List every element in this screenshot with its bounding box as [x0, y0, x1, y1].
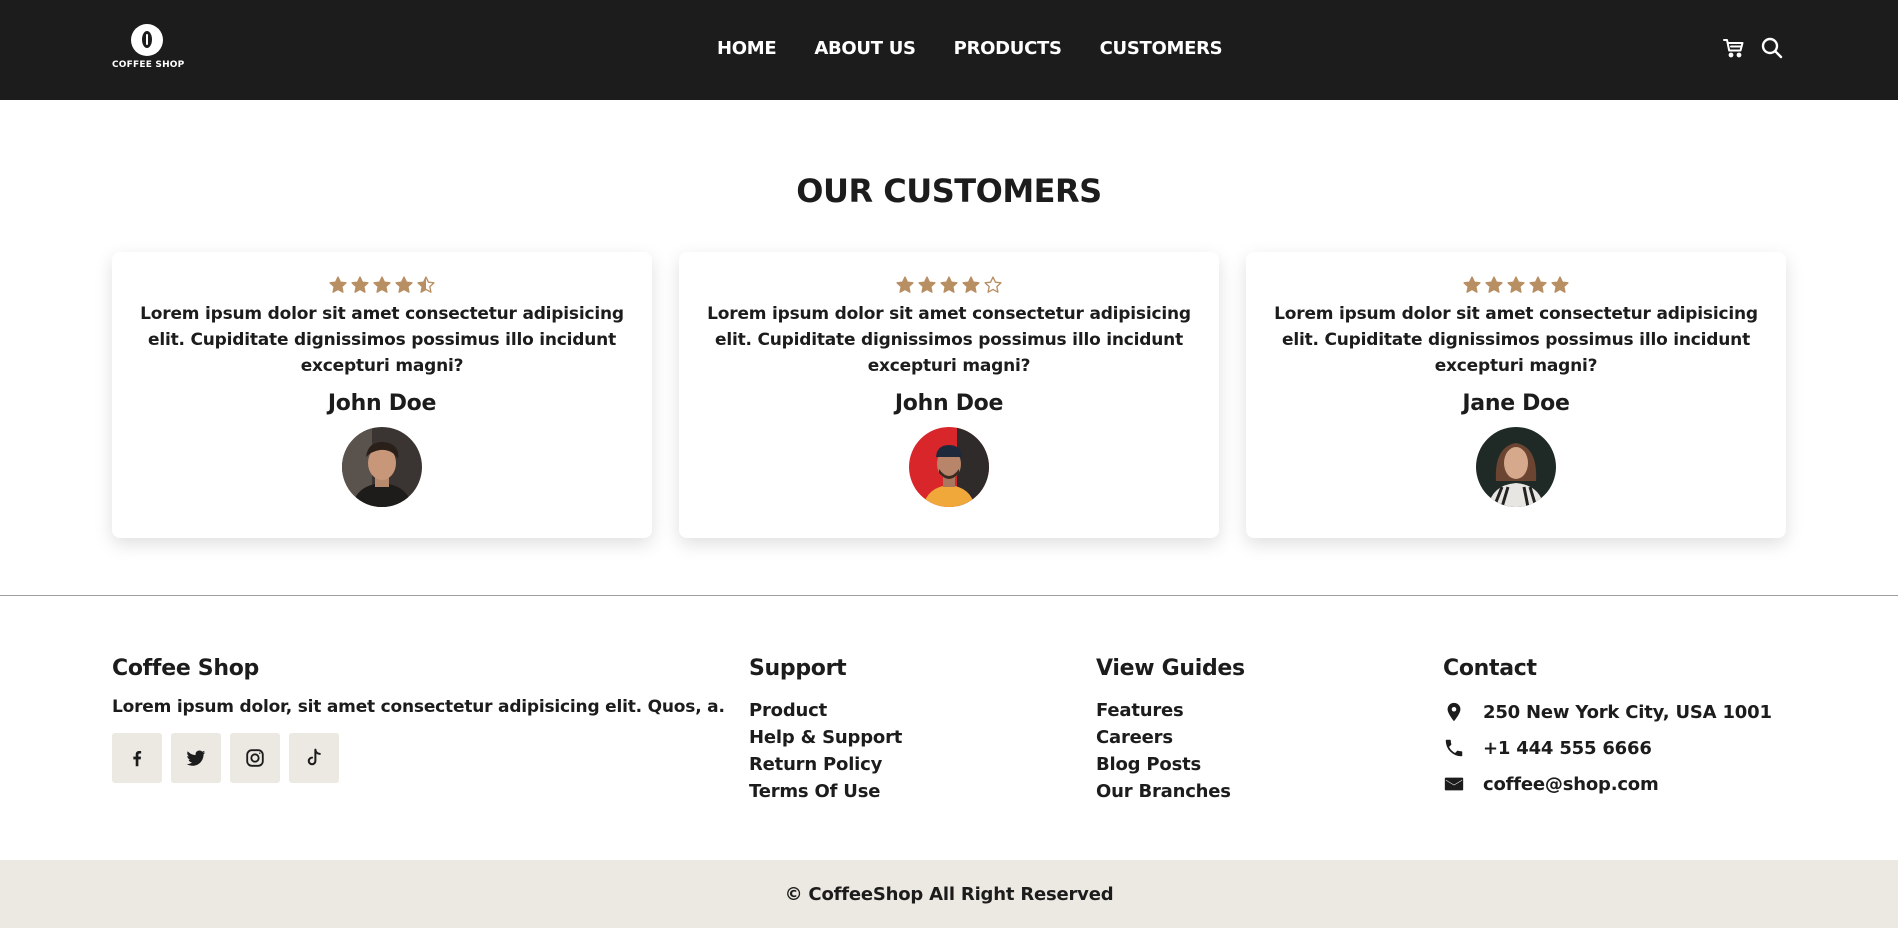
footer-link-our-branches[interactable]: Our Branches	[1096, 778, 1231, 805]
tiktok-icon	[307, 748, 321, 766]
contact-email-text[interactable]: coffee@shop.com	[1483, 774, 1659, 795]
star-filled-icon	[1463, 276, 1481, 293]
footer-guides-title: View Guides	[1096, 656, 1245, 681]
star-filled-icon	[940, 276, 958, 293]
header-actions	[1722, 36, 1784, 60]
footer-support-title: Support	[749, 656, 847, 681]
contact-phone-text[interactable]: +1 444 555 6666	[1483, 738, 1652, 759]
footer-brand-title: Coffee Shop	[112, 656, 259, 681]
nav-customers[interactable]: CUSTOMERS	[1100, 38, 1223, 59]
star-filled-icon	[373, 276, 391, 293]
star-filled-icon	[918, 276, 936, 293]
star-filled-icon	[896, 276, 914, 293]
star-rating	[112, 275, 652, 295]
contact-address-text: 250 New York City, USA 1001	[1483, 701, 1772, 723]
testimonial-quote: Lorem ipsum dolor sit amet consectetur a…	[1274, 304, 1758, 376]
contact-phone: +1 444 555 6666	[1443, 730, 1772, 766]
star-filled-icon	[1507, 276, 1525, 293]
testimonial-card: Lorem ipsum dolor sit amet consectetur a…	[112, 252, 652, 538]
footer-link-return-policy[interactable]: Return Policy	[749, 751, 902, 778]
footer-link-features[interactable]: Features	[1096, 697, 1231, 724]
customer-name: Jane Doe	[1462, 391, 1570, 416]
twitter-icon	[186, 750, 206, 766]
star-filled-icon	[351, 276, 369, 293]
facebook-button[interactable]	[112, 733, 162, 783]
star-half-icon	[417, 276, 435, 293]
instagram-icon	[246, 749, 264, 767]
support-links: Product Help & Support Return Policy Ter…	[749, 697, 902, 805]
footer-link-terms-of-use[interactable]: Terms Of Use	[749, 778, 902, 805]
top-navbar: COFFEE SHOP HOME ABOUT US PRODUCTS CUSTO…	[0, 0, 1898, 100]
footer-brand-description: Lorem ipsum dolor, sit amet consectetur …	[112, 697, 725, 717]
footer-divider	[0, 595, 1898, 596]
tiktok-button[interactable]	[289, 733, 339, 783]
mail-icon	[1444, 777, 1464, 791]
star-filled-icon	[1529, 276, 1547, 293]
customer-name: John Doe	[894, 391, 1004, 416]
coffee-bean-logo-icon	[131, 24, 163, 56]
footer-link-product[interactable]: Product	[749, 697, 902, 724]
star-filled-icon	[962, 276, 980, 293]
nav-products[interactable]: PRODUCTS	[954, 38, 1062, 59]
customer-name: John Doe	[327, 391, 437, 416]
star-filled-icon	[329, 276, 347, 293]
star-rating	[679, 275, 1219, 295]
location-pin-icon	[1447, 702, 1461, 722]
contact-email: coffee@shop.com	[1443, 766, 1772, 802]
instagram-button[interactable]	[230, 733, 280, 783]
contact-list: 250 New York City, USA 1001 +1 444 555 6…	[1443, 694, 1772, 802]
customer-avatar	[909, 427, 989, 507]
logo-text: COFFEE SHOP	[112, 60, 185, 70]
social-links	[112, 733, 339, 783]
testimonial-card: Lorem ipsum dolor sit amet consectetur a…	[679, 252, 1219, 538]
star-filled-icon	[1485, 276, 1503, 293]
testimonial-card: Lorem ipsum dolor sit amet consectetur a…	[1246, 252, 1786, 538]
customer-avatar	[342, 427, 422, 507]
footer-link-blog-posts[interactable]: Blog Posts	[1096, 751, 1231, 778]
guide-links: Features Careers Blog Posts Our Branches	[1096, 697, 1231, 805]
star-filled-icon	[395, 276, 413, 293]
testimonial-quote: Lorem ipsum dolor sit amet consectetur a…	[140, 304, 624, 376]
search-icon[interactable]	[1760, 36, 1784, 60]
facebook-icon	[133, 750, 142, 767]
nav-home[interactable]: HOME	[717, 38, 777, 59]
phone-icon	[1445, 739, 1463, 757]
nav-about-us[interactable]: ABOUT US	[814, 38, 916, 59]
twitter-button[interactable]	[171, 733, 221, 783]
footer-link-help-support[interactable]: Help & Support	[749, 724, 902, 751]
copyright-text: © CoffeeShop All Right Reserved	[784, 883, 1114, 905]
star-rating	[1246, 275, 1786, 295]
footer-contact-title: Contact	[1443, 656, 1537, 681]
main-nav: HOME ABOUT US PRODUCTS CUSTOMERS	[717, 38, 1223, 59]
contact-address: 250 New York City, USA 1001	[1443, 694, 1772, 730]
star-empty-icon	[984, 276, 1002, 293]
star-filled-icon	[1551, 276, 1569, 293]
section-title: OUR CUSTOMERS	[796, 172, 1102, 210]
customer-avatar	[1476, 427, 1556, 507]
cart-icon[interactable]	[1722, 36, 1746, 60]
testimonial-quote: Lorem ipsum dolor sit amet consectetur a…	[707, 304, 1191, 376]
logo[interactable]: COFFEE SHOP	[112, 24, 185, 72]
copyright-bar: © CoffeeShop All Right Reserved	[0, 860, 1898, 928]
footer-link-careers[interactable]: Careers	[1096, 724, 1231, 751]
